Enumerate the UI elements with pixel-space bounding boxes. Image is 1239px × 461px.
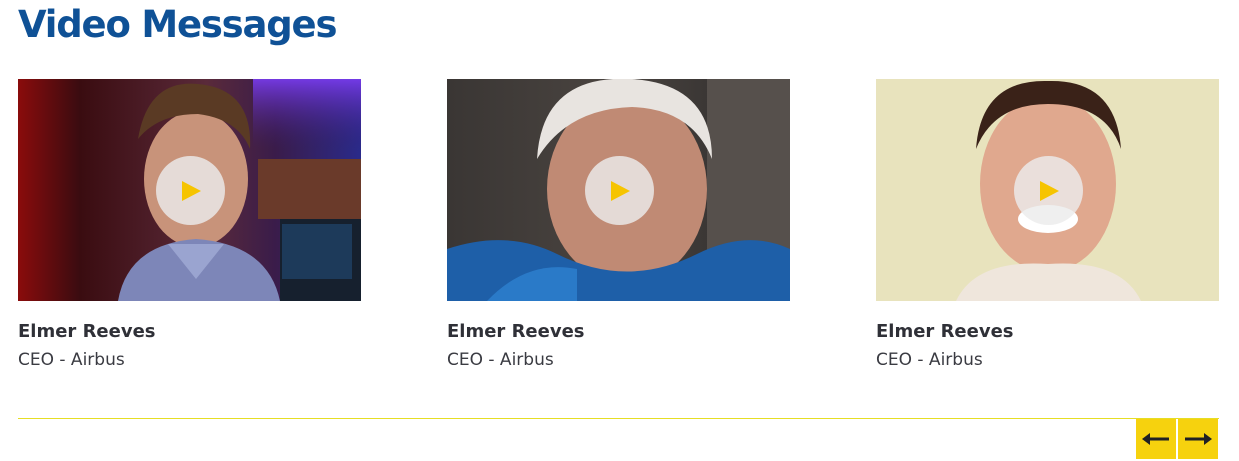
person-name: Elmer Reeves [18, 321, 156, 342]
section-title: Video Messages [18, 3, 337, 46]
play-button[interactable] [1014, 156, 1083, 225]
video-card: Elmer Reeves CEO - Airbus [447, 79, 790, 370]
video-card: Elmer Reeves CEO - Airbus [18, 79, 361, 370]
play-button[interactable] [585, 156, 654, 225]
play-button[interactable] [156, 156, 225, 225]
video-thumbnail[interactable] [876, 79, 1219, 301]
arrow-right-icon [1185, 433, 1212, 445]
carousel-divider [18, 418, 1219, 419]
person-role: CEO - Airbus [18, 350, 125, 370]
video-thumbnail[interactable] [18, 79, 361, 301]
play-icon [610, 180, 630, 201]
video-card: Elmer Reeves CEO - Airbus [876, 79, 1219, 370]
carousel-prev-button[interactable] [1136, 419, 1176, 459]
carousel-next-button[interactable] [1178, 419, 1218, 459]
play-icon [1039, 180, 1059, 201]
play-icon [181, 180, 201, 201]
video-thumbnail[interactable] [447, 79, 790, 301]
person-role: CEO - Airbus [447, 350, 554, 370]
person-name: Elmer Reeves [876, 321, 1014, 342]
arrow-left-icon [1142, 433, 1169, 445]
person-name: Elmer Reeves [447, 321, 585, 342]
person-role: CEO - Airbus [876, 350, 983, 370]
